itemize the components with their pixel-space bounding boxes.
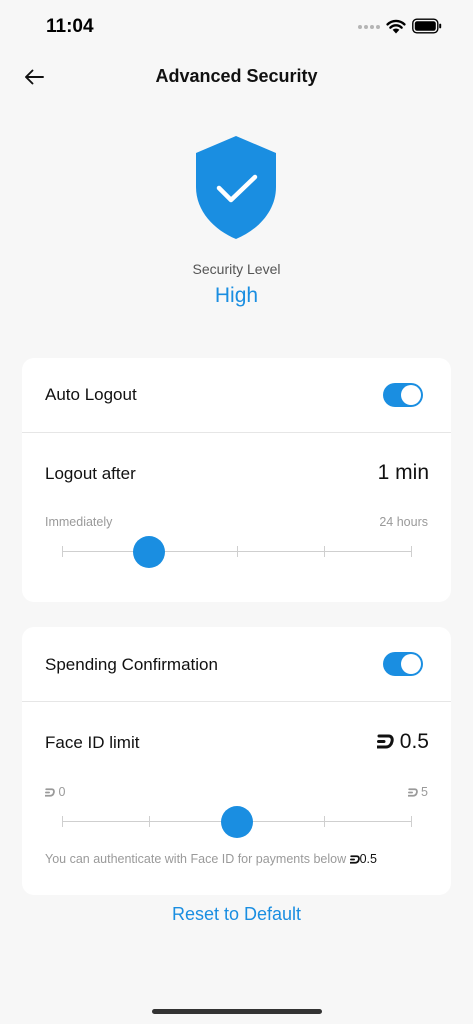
face-id-hint-amount: 0.5 (349, 852, 377, 866)
security-level-value: High (214, 284, 259, 307)
page-title: Advanced Security (155, 66, 318, 86)
face-id-hint-text: You can authenticate with Face ID for pa… (45, 852, 347, 866)
face-id-limit-slider[interactable] (62, 806, 412, 838)
slider-thumb[interactable] (133, 536, 166, 568)
face-id-limit-label: Face ID limit (45, 733, 140, 752)
toggle-knob (401, 385, 421, 405)
auto-logout-label: Auto Logout (45, 385, 137, 404)
shield-check-icon (196, 136, 276, 239)
slider-tick (62, 546, 63, 557)
cellular-signal-icon (358, 25, 380, 31)
battery-icon (412, 18, 442, 34)
toggle-knob (401, 654, 421, 674)
home-indicator (152, 1009, 322, 1014)
face-id-limit-value: 0.5 (376, 730, 429, 754)
wifi-icon (386, 19, 406, 34)
dash-coin-icon (45, 788, 55, 797)
logout-range-max-label: 24 hours (379, 515, 428, 529)
divider (22, 432, 451, 433)
dash-coin-icon (376, 734, 394, 749)
dash-coin-icon (407, 788, 418, 797)
status-bar: 11:04 (0, 0, 473, 54)
slider-tick (236, 546, 238, 557)
divider (22, 701, 451, 702)
slider-tick (323, 546, 325, 557)
security-level-label: Security Level (192, 261, 281, 277)
limit-range-min-label: 0 (45, 785, 65, 799)
logout-range-min-label: Immediately (45, 515, 113, 529)
logout-after-value: 1 min (377, 461, 429, 484)
slider-tick (62, 816, 63, 827)
limit-range-max-value: 5 (421, 785, 428, 799)
dash-coin-icon (349, 855, 360, 864)
slider-tick (323, 816, 325, 827)
face-id-hint-amount-value: 0.5 (359, 852, 377, 866)
spending-confirmation-card: Spending Confirmation Face ID limit 0.5 … (22, 627, 451, 895)
slider-tick (411, 816, 412, 827)
limit-range-max-label: 5 (407, 785, 428, 799)
status-time: 11:04 (46, 16, 94, 37)
auto-logout-toggle[interactable] (383, 383, 423, 407)
slider-tick (411, 546, 412, 557)
spending-confirmation-label: Spending Confirmation (45, 655, 218, 674)
logout-after-label: Logout after (45, 464, 136, 483)
face-id-hint: You can authenticate with Face ID for pa… (45, 852, 377, 866)
logout-duration-slider[interactable] (62, 536, 412, 568)
limit-range-min-value: 0 (58, 785, 66, 799)
slider-tick (149, 816, 151, 827)
nav-bar: Advanced Security (0, 54, 473, 100)
face-id-limit-amount: 0.5 (399, 730, 429, 753)
slider-thumb[interactable] (220, 806, 253, 838)
spending-confirmation-toggle[interactable] (383, 652, 423, 676)
auto-logout-card: Auto Logout Logout after 1 min Immediate… (22, 358, 451, 602)
reset-to-default-button[interactable]: Reset to Default (0, 904, 473, 925)
